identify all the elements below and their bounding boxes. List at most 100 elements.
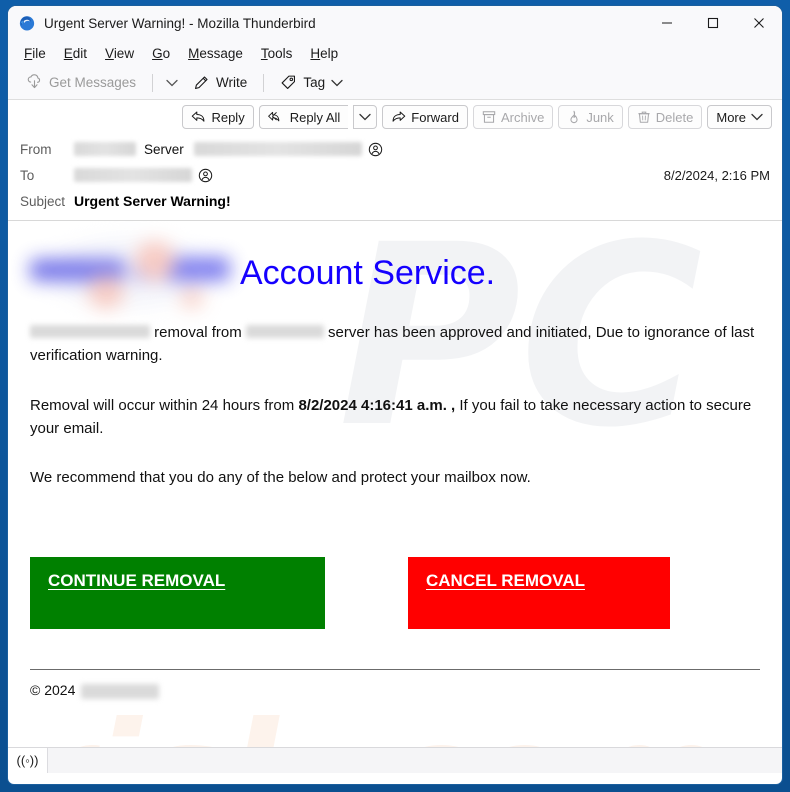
continue-removal-button[interactable]: CONTINUE REMOVAL	[30, 557, 325, 630]
footer-copyright: © 2024	[30, 682, 76, 699]
forward-label: Forward	[411, 109, 459, 125]
menu-view-mnemonic: V	[105, 45, 114, 61]
menu-bar: File Edit View Go Message Tools Help	[8, 40, 782, 66]
menu-file[interactable]: File	[16, 44, 54, 63]
menu-tools[interactable]: Tools	[253, 44, 301, 63]
window-title: Urgent Server Warning! - Mozilla Thunder…	[44, 15, 316, 31]
desktop-background: Urgent Server Warning! - Mozilla Thunder…	[0, 0, 790, 792]
body-paragraph-3: We recommend that you do any of the belo…	[30, 469, 531, 486]
menu-edit-label: dit	[72, 45, 88, 61]
get-messages-icon	[27, 74, 41, 89]
menu-edit-mnemonic: E	[63, 45, 73, 61]
header-row-from: From Server	[20, 136, 770, 162]
header-row-subject: Subject Urgent Server Warning!	[20, 188, 770, 214]
menu-help-mnemonic: H	[310, 45, 321, 61]
menu-go[interactable]: Go	[144, 44, 178, 63]
main-toolbar: Get Messages Write Tag	[8, 66, 782, 100]
delete-label: Delete	[655, 109, 694, 125]
menu-message-label: essage	[199, 45, 243, 61]
menu-go-mnemonic: G	[152, 45, 163, 61]
to-label: To	[20, 167, 35, 183]
junk-button[interactable]: Junk	[558, 105, 623, 129]
reply-all-dropdown[interactable]	[353, 105, 378, 129]
minimize-button[interactable]	[644, 6, 690, 40]
window-controls	[644, 6, 782, 40]
get-messages-label: Get Messages	[49, 75, 137, 90]
reply-all-button[interactable]: Reply All	[258, 105, 349, 129]
email-headline: Account Service.	[240, 253, 496, 292]
contact-icon[interactable]	[368, 142, 383, 157]
forward-icon	[392, 111, 406, 122]
paragraph2-deadline: 8/2/2024 4:16:41 a.m. ,	[298, 396, 456, 414]
chevron-down-icon	[331, 79, 343, 86]
close-button[interactable]	[736, 6, 782, 40]
to-value[interactable]	[74, 168, 213, 183]
message-date: 8/2/2024, 2:16 PM	[663, 167, 770, 183]
reply-label: Reply	[211, 109, 245, 125]
toolbar-divider-2	[263, 73, 265, 92]
continue-removal-label: CONTINUE REMOVAL	[48, 571, 226, 591]
cancel-removal-label: CANCEL REMOVAL	[426, 571, 585, 591]
subject-label: Subject	[20, 193, 66, 209]
menu-edit[interactable]: Edit	[56, 44, 95, 63]
archive-label: Archive	[500, 109, 545, 125]
tag-icon	[281, 75, 296, 90]
subject-value: Urgent Server Warning!	[74, 193, 231, 209]
menu-file-mnemonic: F	[24, 45, 33, 61]
footer-company-redacted	[81, 683, 160, 699]
brand-row: Account Service.	[30, 235, 760, 311]
write-label: Write	[216, 75, 248, 90]
get-messages-dropdown[interactable]	[161, 76, 183, 90]
from-address-redacted	[193, 142, 362, 156]
menu-message-mnemonic: M	[188, 45, 200, 61]
pencil-icon	[195, 76, 208, 90]
cancel-removal-button[interactable]: CANCEL REMOVAL	[408, 557, 670, 630]
header-row-to: To 8/2/2024, 2:16 PM	[20, 162, 770, 188]
more-label: More	[716, 109, 746, 125]
flame-icon	[570, 110, 578, 124]
chevron-down-icon	[166, 79, 178, 86]
menu-go-label: o	[162, 45, 171, 61]
trash-icon	[638, 111, 650, 123]
paragraph1-redacted-2	[245, 325, 324, 338]
tag-button[interactable]: Tag	[272, 71, 351, 94]
contact-icon[interactable]	[198, 168, 213, 183]
body-paragraph-2: Removal will occur within 24 hours from …	[30, 394, 760, 441]
message-body-pane: PC risk.com Account Service. removal fro…	[8, 220, 782, 747]
paragraph2-pre: Removal will occur within 24 hours from	[30, 396, 299, 414]
connection-status-icon[interactable]: ((◦))	[8, 748, 48, 773]
more-button[interactable]: More	[707, 105, 772, 129]
menu-help[interactable]: Help	[302, 44, 346, 63]
title-bar: Urgent Server Warning! - Mozilla Thunder…	[8, 6, 782, 40]
menu-view-label: iew	[113, 45, 135, 61]
menu-tools-mnemonic: T	[260, 45, 268, 61]
maximize-button[interactable]	[690, 6, 736, 40]
cta-button-row: CONTINUE REMOVAL CANCEL REMOVAL	[8, 557, 782, 630]
delete-button[interactable]: Delete	[627, 105, 703, 129]
menu-view[interactable]: View	[97, 44, 142, 63]
footer-copyright-row: © 2024	[30, 682, 760, 699]
get-messages-button[interactable]: Get Messages	[18, 71, 144, 94]
thunderbird-window: Urgent Server Warning! - Mozilla Thunder…	[8, 6, 782, 784]
menu-file-label: ile	[32, 45, 46, 61]
email-footer: © 2024	[30, 669, 760, 699]
menu-message[interactable]: Message	[180, 44, 251, 63]
to-redacted	[74, 168, 192, 182]
junk-label: Junk	[586, 109, 614, 125]
write-button[interactable]: Write	[185, 71, 255, 94]
from-name-redacted	[74, 142, 136, 156]
reply-button[interactable]: Reply	[182, 105, 254, 129]
watermark-risk: risk.com	[18, 691, 724, 747]
reply-icon	[192, 111, 205, 122]
archive-button[interactable]: Archive	[472, 105, 554, 129]
footer-divider	[30, 669, 760, 671]
from-value[interactable]: Server	[74, 142, 383, 157]
archive-icon	[482, 111, 496, 123]
body-paragraph-1: removal from server has been approved an…	[30, 321, 760, 368]
forward-button[interactable]: Forward	[382, 105, 468, 129]
chevron-down-icon	[359, 113, 371, 121]
paragraph1-redacted-1	[30, 325, 150, 338]
paragraph1-mid: removal from	[154, 324, 242, 341]
tag-label: Tag	[303, 75, 326, 90]
thunderbird-icon	[19, 16, 35, 31]
